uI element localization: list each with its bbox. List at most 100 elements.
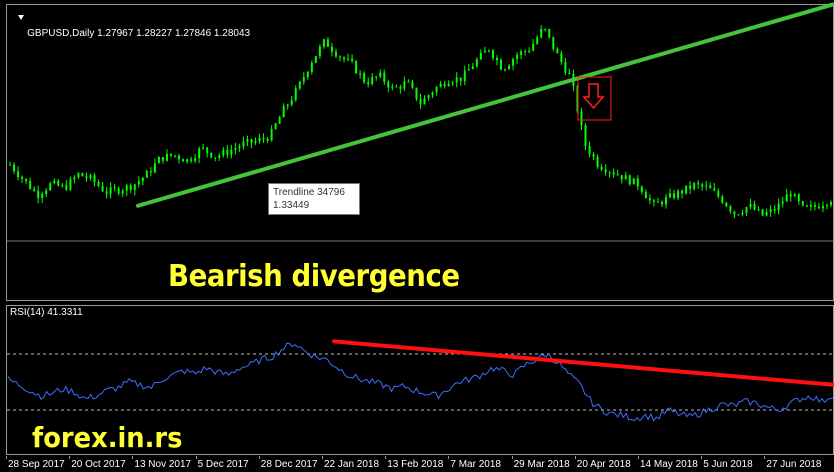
candle-body: [13, 164, 16, 172]
candle-body: [198, 148, 201, 159]
candle-body: [801, 201, 804, 206]
candle-body: [395, 86, 398, 88]
candle-body: [282, 106, 285, 118]
candle-body: [49, 183, 52, 191]
candle-body: [363, 73, 366, 83]
candle-body: [81, 172, 84, 177]
price-header: GBPUSD,Daily 1.27967 1.28227 1.27846 1.2…: [10, 6, 250, 50]
candle-body: [17, 171, 20, 177]
candle-body: [729, 206, 732, 212]
candle-body: [230, 149, 233, 155]
candle-body: [45, 190, 48, 195]
candle-body: [652, 200, 655, 202]
candle-body: [387, 81, 390, 88]
candle-body: [37, 190, 40, 198]
candle-body: [302, 77, 305, 82]
candle-body: [214, 157, 217, 159]
rsi-line: [7, 342, 834, 422]
candle-body: [339, 56, 342, 58]
candle-body: [246, 139, 249, 142]
candle-body: [745, 207, 748, 213]
chart-canvas: [7, 2, 834, 422]
candle-body: [407, 81, 410, 83]
candle-body: [61, 184, 64, 186]
date-tick: [132, 456, 134, 459]
candle-body: [475, 59, 478, 67]
candle-body: [528, 50, 531, 52]
candle-body: [206, 147, 209, 153]
candle-body: [53, 180, 56, 184]
candle-body: [250, 139, 253, 143]
candle-body: [57, 180, 60, 186]
candle-body: [367, 82, 370, 85]
candle-body: [351, 58, 354, 62]
candle-body: [632, 178, 635, 185]
candle-body: [540, 29, 543, 38]
candle-body: [793, 194, 796, 197]
candle-body: [504, 69, 507, 71]
candle-body: [310, 62, 313, 72]
candle-body: [600, 166, 603, 170]
candle-body: [391, 86, 394, 88]
date-label: 20 Apr 2018: [576, 459, 631, 470]
candle-body: [347, 58, 350, 60]
candle-body: [789, 194, 792, 197]
candle-body: [443, 83, 446, 87]
candle-body: [109, 187, 112, 194]
date-tick: [511, 456, 513, 459]
date-label: 28 Sep 2017: [8, 459, 65, 470]
candle-body: [717, 190, 720, 197]
candle-body: [467, 69, 470, 71]
candle-body: [616, 174, 619, 176]
candle-body: [306, 71, 309, 78]
candle-body: [65, 184, 68, 190]
candle-body: [174, 155, 177, 157]
candle-body: [105, 191, 108, 194]
candle-body: [439, 83, 442, 88]
candle-body: [781, 201, 784, 204]
candle-body: [644, 191, 647, 199]
candle-body: [685, 185, 688, 194]
tooltip-line-2: 1.33449: [273, 200, 310, 211]
candle-body: [182, 159, 185, 162]
candle-body: [753, 204, 756, 210]
candle-body: [258, 138, 261, 142]
candle-body: [628, 175, 631, 185]
candle-body: [254, 141, 257, 143]
candle-body: [777, 203, 780, 211]
candle-body: [829, 202, 832, 206]
candle-body: [330, 46, 333, 52]
candle-body: [773, 208, 776, 211]
candle-body: [85, 176, 88, 179]
candle-body: [93, 175, 96, 182]
candle-body: [532, 43, 535, 51]
candle-body: [202, 147, 205, 149]
candle-body: [427, 95, 430, 99]
candle-body: [133, 184, 136, 190]
date-label: 5 Dec 2017: [197, 459, 249, 470]
price-header-text: GBPUSD,Daily 1.27967 1.28227 1.27846 1.2…: [27, 28, 251, 39]
candle-body: [73, 177, 76, 180]
candle-body: [660, 201, 663, 205]
candle-body: [9, 164, 12, 166]
candle-body: [612, 172, 615, 175]
date-label: 7 Mar 2018: [450, 459, 501, 470]
candle-body: [705, 185, 708, 187]
candle-body: [536, 37, 539, 44]
candle-body: [161, 157, 164, 161]
candle-body: [266, 138, 269, 141]
candle-body: [359, 73, 362, 75]
triangle-down-icon[interactable]: [18, 15, 24, 20]
candle-body: [435, 87, 438, 93]
candle-body: [222, 149, 225, 156]
candle-body: [592, 154, 595, 157]
date-label: 20 Oct 2017: [71, 459, 126, 470]
candle-body: [636, 178, 639, 187]
candle-body: [584, 125, 587, 147]
tooltip-line-1: Trendline 34796: [273, 187, 345, 198]
candle-body: [640, 186, 643, 192]
candle-body: [318, 46, 321, 57]
candle-body: [403, 81, 406, 89]
candle-body: [483, 50, 486, 53]
candle-body: [524, 50, 527, 52]
